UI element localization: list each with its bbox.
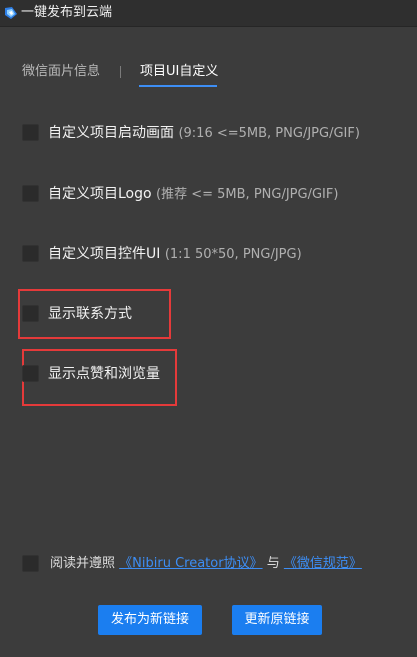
option-title: 自定义项目启动画面: [48, 125, 174, 141]
option-title: 显示联系方式: [48, 306, 132, 322]
show-likes-views-checkbox[interactable]: [22, 365, 39, 382]
custom-splash-checkbox[interactable]: [22, 124, 39, 141]
window-title: 一键发布到云端: [21, 5, 113, 20]
agreement-prefix: 阅读并遵照: [50, 556, 116, 571]
tab-divider: [120, 66, 121, 78]
option-title: 显示点赞和浏览量: [48, 366, 160, 382]
option-title: 自定义项目控件UI: [48, 246, 161, 262]
agreement-text: 阅读并遵照 《Nibiru Creator协议》 与 《微信规范》: [50, 554, 362, 574]
title-bar: 一键发布到云端: [0, 0, 417, 27]
option-label: 自定义项目启动画面 (9:16 <=5MB, PNG/JPG/GIF): [48, 123, 360, 144]
show-contact-checkbox[interactable]: [22, 305, 39, 322]
cloud-app-icon: [5, 7, 17, 19]
custom-logo-checkbox[interactable]: [22, 185, 39, 202]
custom-control-ui-checkbox[interactable]: [22, 245, 39, 262]
active-tab-indicator: [139, 85, 217, 87]
agreement-conjunction: 与: [266, 556, 280, 571]
option-label: 自定义项目Logo (推荐 <= 5MB, PNG/JPG/GIF): [48, 184, 338, 205]
nibiru-agreement-link[interactable]: 《Nibiru Creator协议》: [119, 556, 262, 571]
option-hint: (1:1 50*50, PNG/JPG): [164, 247, 302, 262]
update-original-link-button[interactable]: 更新原链接: [232, 605, 322, 635]
option-hint: (9:16 <=5MB, PNG/JPG/GIF): [178, 126, 360, 141]
tab-wechat-info[interactable]: 微信面片信息: [22, 63, 100, 81]
option-hint: (推荐 <= 5MB, PNG/JPG/GIF): [156, 187, 339, 202]
tab-project-ui-custom[interactable]: 项目UI自定义: [140, 63, 218, 81]
publish-new-link-button[interactable]: 发布为新链接: [98, 605, 202, 635]
wechat-rules-link[interactable]: 《微信规范》: [284, 556, 362, 571]
agreement-checkbox[interactable]: [22, 555, 39, 572]
option-label: 自定义项目控件UI (1:1 50*50, PNG/JPG): [48, 244, 302, 265]
option-title: 自定义项目Logo: [48, 186, 152, 202]
